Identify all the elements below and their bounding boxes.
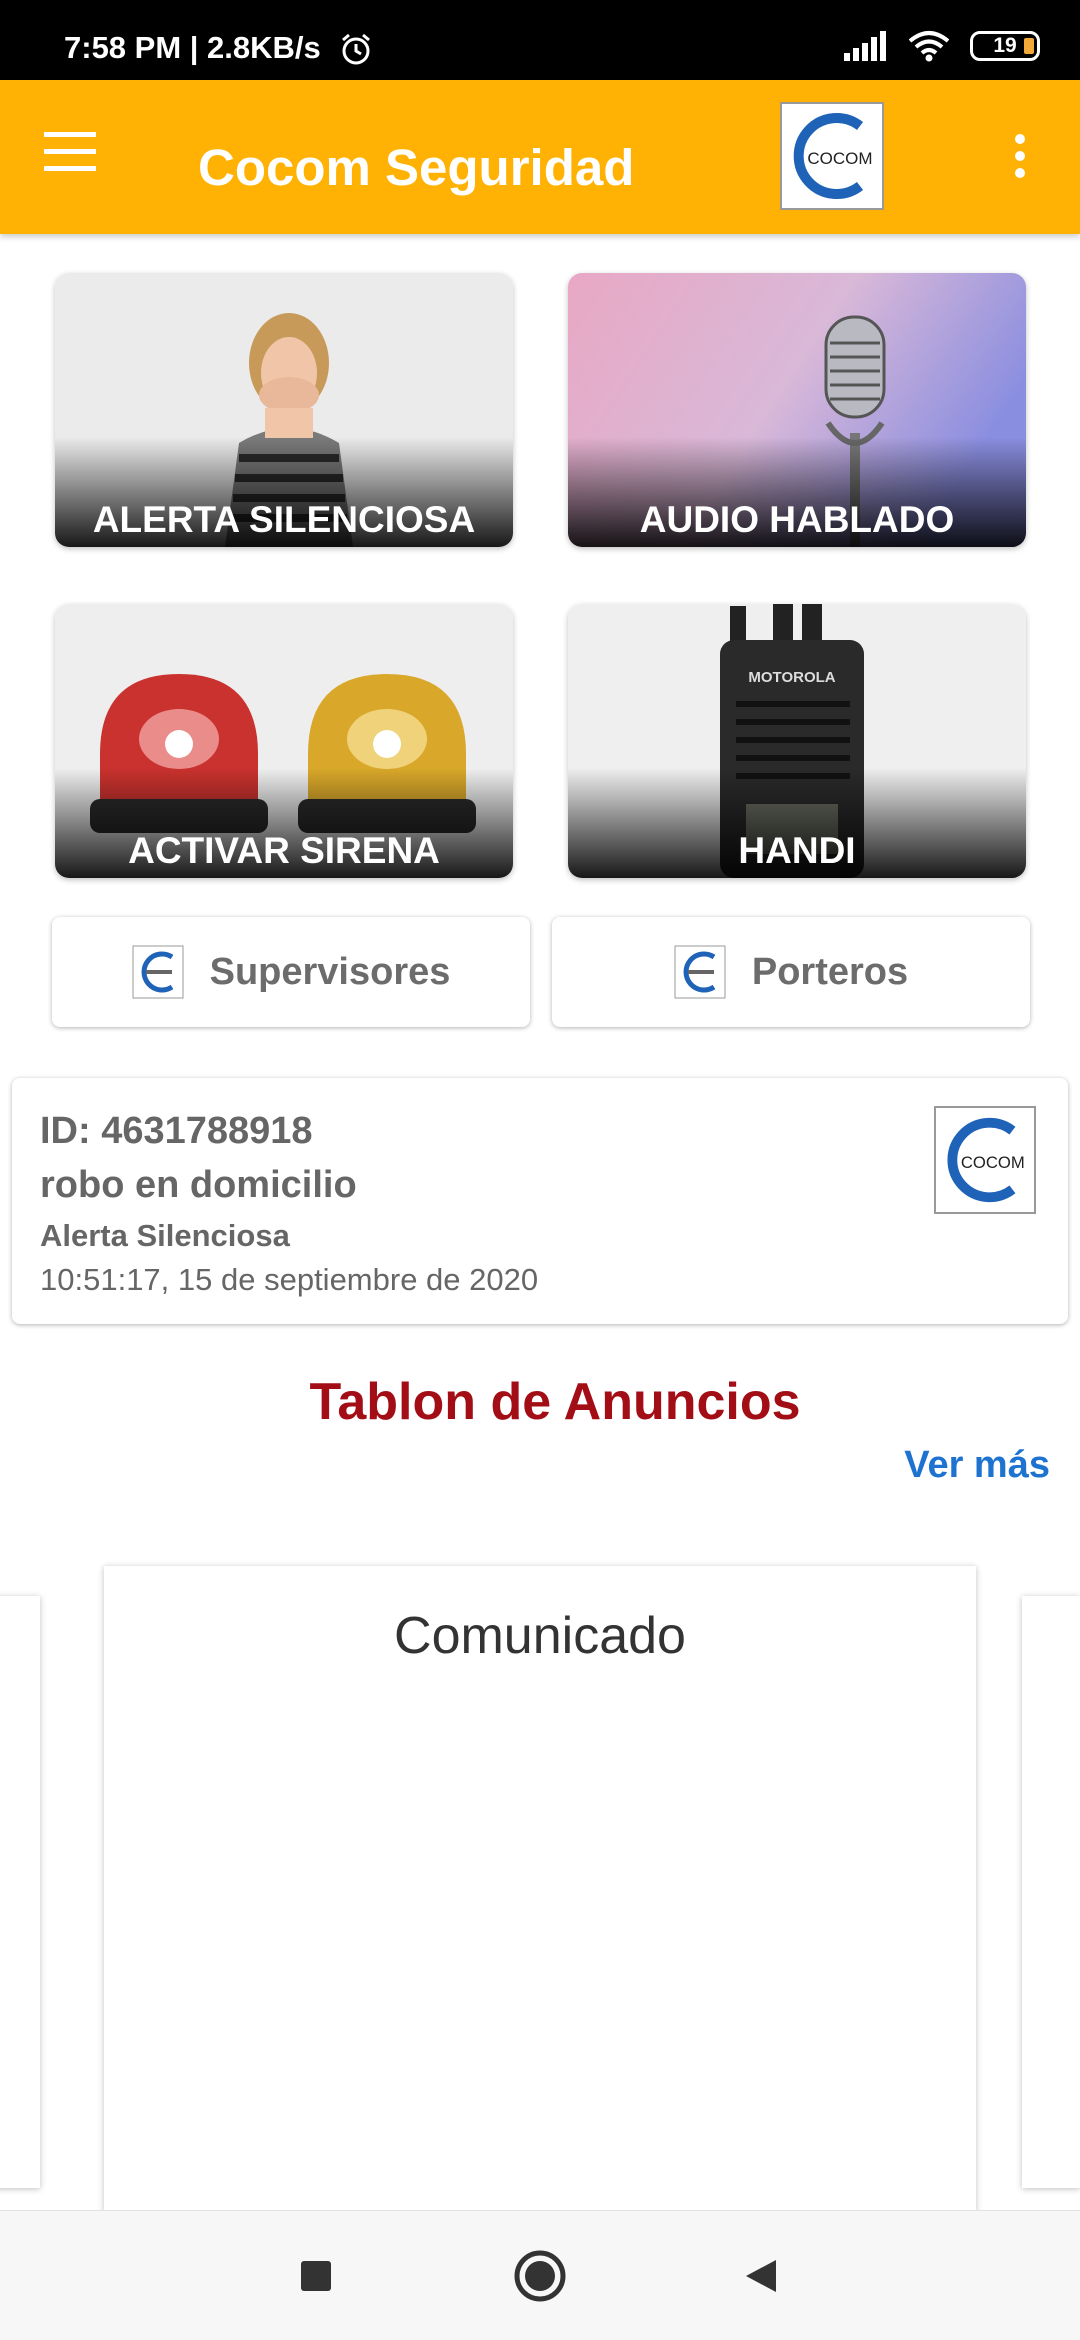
- tile-silent-alert[interactable]: ALERTA SILENCIOSA: [55, 273, 513, 547]
- tile-label: HANDI: [738, 830, 856, 871]
- carousel-card-previous[interactable]: [0, 1596, 40, 2188]
- home-button[interactable]: [505, 2241, 575, 2311]
- back-triangle-icon: [746, 2260, 776, 2292]
- system-nav-bar: [0, 2210, 1080, 2340]
- tile-voice-audio[interactable]: AUDIO HABLADO: [568, 273, 1026, 547]
- cocom-logo-icon: [674, 945, 726, 999]
- announcement-card[interactable]: Comunicado: [104, 1566, 976, 2216]
- logo-text: COCOM: [807, 149, 872, 168]
- menu-icon[interactable]: [44, 132, 104, 180]
- battery-icon: 19: [970, 31, 1040, 61]
- supervisors-label: Supervisores: [209, 950, 451, 993]
- supervisors-button[interactable]: Supervisores: [52, 917, 530, 1027]
- alert-type: Alerta Silenciosa: [40, 1218, 290, 1253]
- cocom-logo-icon: [132, 945, 184, 999]
- see-more-link[interactable]: Ver más: [904, 1444, 1050, 1487]
- battery-level: 19: [993, 34, 1017, 57]
- more-options-icon[interactable]: [1005, 134, 1035, 184]
- doormen-label: Porteros: [751, 950, 909, 993]
- status-time: 7:58 PM | 2.8KB/s: [64, 30, 321, 65]
- alarm-icon: [342, 33, 370, 65]
- wifi-icon: [908, 31, 950, 62]
- page-title: Cocom Seguridad: [198, 139, 635, 196]
- cocom-logo: COCOM: [934, 1106, 1036, 1214]
- square-icon: [301, 2261, 331, 2291]
- alert-id: ID: 4631788918: [40, 1110, 313, 1152]
- status-bar: 7:58 PM | 2.8KB/s 19: [0, 0, 1080, 80]
- tile-label: ALERTA SILENCIOSA: [92, 499, 476, 540]
- doormen-button[interactable]: Porteros: [552, 917, 1030, 1027]
- back-button[interactable]: [725, 2241, 795, 2311]
- app-bar: Cocom Seguridad COCOM: [0, 80, 1080, 234]
- cocom-logo: COCOM: [780, 102, 884, 210]
- tile-label: AUDIO HABLADO: [639, 499, 955, 540]
- alert-timestamp: 10:51:17, 15 de septiembre de 2020: [40, 1262, 539, 1297]
- bulletin-board-title: Tablon de Anuncios: [309, 1373, 801, 1431]
- tile-activate-siren[interactable]: ACTIVAR SIRENA: [55, 604, 513, 878]
- signal-icon: [844, 31, 886, 61]
- alert-description: robo en domicilio: [40, 1164, 357, 1206]
- tile-handi[interactable]: MOTOROLA HANDI: [568, 604, 1026, 878]
- radio-brand-text: MOTOROLA: [748, 669, 835, 686]
- alert-card[interactable]: ID: 4631788918 robo en domicilio Alerta …: [12, 1078, 1068, 1324]
- tile-label: ACTIVAR SIRENA: [128, 830, 440, 871]
- announcement-title: Comunicado: [394, 1607, 686, 1665]
- recent-apps-button[interactable]: [281, 2241, 351, 2311]
- carousel-card-next[interactable]: [1022, 1596, 1080, 2188]
- circle-icon: [514, 2250, 566, 2302]
- logo-text: COCOM: [961, 1153, 1025, 1172]
